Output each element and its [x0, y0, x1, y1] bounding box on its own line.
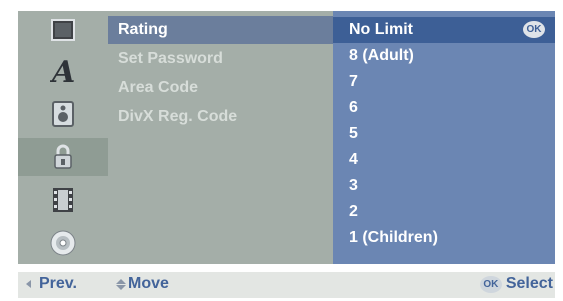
option-2[interactable]: 2 — [333, 199, 555, 225]
category-icon-column: A — [18, 11, 108, 264]
option-3[interactable]: 3 — [333, 173, 555, 199]
footer-hint-bar: Prev. Move OK Select — [18, 272, 555, 298]
option-label: 1 (Children) — [349, 229, 438, 246]
option-label: No Limit — [349, 21, 413, 38]
option-7[interactable]: 7 — [333, 69, 555, 95]
menu-item-label: Area Code — [118, 79, 199, 96]
ok-icon: OK — [479, 275, 502, 293]
option-no-limit[interactable]: No Limit OK — [333, 17, 555, 43]
option-label: 6 — [349, 99, 358, 116]
option-label: 5 — [349, 125, 358, 142]
option-5[interactable]: 5 — [333, 121, 555, 147]
category-lock[interactable] — [18, 138, 108, 176]
menu-item-divx-reg-code[interactable]: DivX Reg. Code — [108, 103, 333, 131]
category-audio[interactable] — [18, 95, 108, 133]
option-8-adult[interactable]: 8 (Adult) — [333, 43, 555, 69]
ok-icon: OK — [523, 21, 545, 38]
disc-icon — [50, 230, 76, 256]
select-hint[interactable]: OK Select — [479, 275, 553, 293]
category-film[interactable] — [18, 181, 108, 219]
option-label: 4 — [349, 151, 358, 168]
option-label: 7 — [349, 73, 358, 90]
move-label: Move — [128, 275, 169, 292]
prev-label: Prev. — [39, 275, 77, 292]
menu-item-label: Set Password — [118, 50, 223, 67]
svg-text:A: A — [50, 57, 75, 85]
setup-menu-screen: A Rating Set Password Area Code DivX Reg… — [0, 0, 563, 301]
category-disc[interactable] — [18, 224, 108, 262]
option-4[interactable]: 4 — [333, 147, 555, 173]
up-down-arrow-icon — [116, 278, 126, 290]
left-arrow-icon — [26, 280, 31, 288]
option-label: 3 — [349, 177, 358, 194]
setting-menu-column: Rating Set Password Area Code DivX Reg. … — [108, 11, 333, 264]
language-icon: A — [50, 57, 75, 85]
prev-hint[interactable]: Prev. — [26, 275, 77, 293]
lock-icon — [54, 144, 72, 169]
menu-item-label: DivX Reg. Code — [118, 108, 238, 125]
category-display[interactable] — [18, 11, 108, 49]
menu-item-set-password[interactable]: Set Password — [108, 45, 333, 73]
option-1-children[interactable]: 1 (Children) — [333, 225, 555, 251]
rating-options-column: No Limit OK 8 (Adult) 7 6 5 4 3 2 1 (Chi… — [333, 11, 555, 264]
display-icon — [51, 19, 75, 41]
category-language[interactable]: A — [18, 52, 108, 90]
menu-item-label: Rating — [118, 21, 168, 38]
option-label: 8 (Adult) — [349, 47, 414, 64]
menu-item-area-code[interactable]: Area Code — [108, 74, 333, 102]
select-label: Select — [505, 275, 553, 292]
film-icon — [53, 188, 73, 212]
menu-item-rating[interactable]: Rating — [108, 16, 333, 44]
option-6[interactable]: 6 — [333, 95, 555, 121]
audio-icon — [52, 101, 74, 127]
option-label: 2 — [349, 203, 358, 220]
move-hint: Move — [116, 275, 169, 293]
